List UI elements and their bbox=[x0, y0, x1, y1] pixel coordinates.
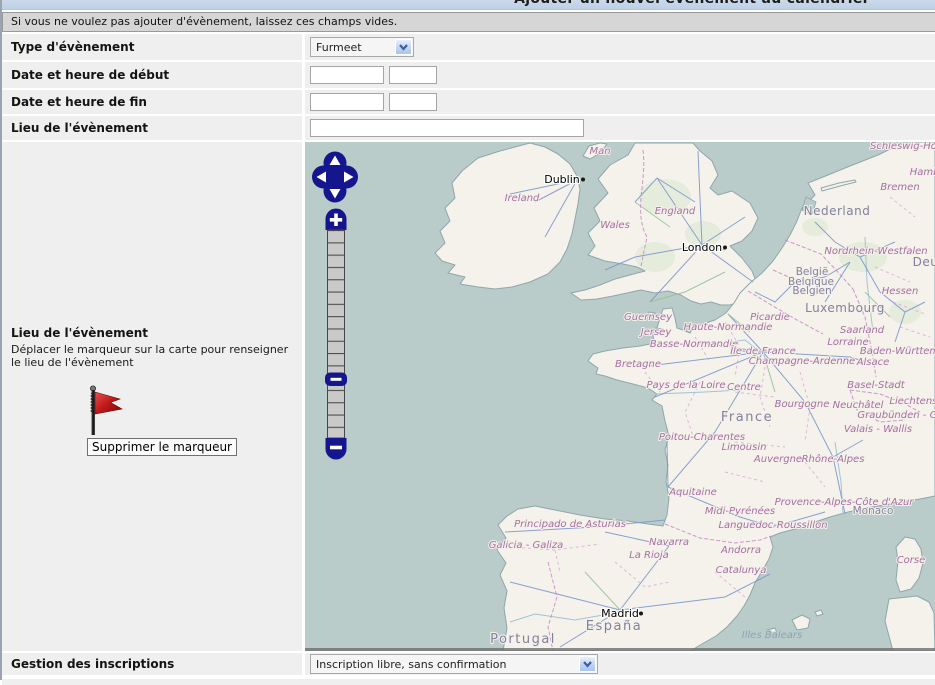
map-label: Bremen bbox=[880, 182, 919, 193]
row-event-type: Type d'évènement Furmeet bbox=[2, 34, 935, 60]
map-label: España bbox=[586, 619, 642, 634]
map-label: Galicia - Galiza bbox=[489, 540, 564, 551]
map-label: Andorra bbox=[720, 545, 761, 556]
city-dot bbox=[723, 246, 727, 250]
map-label: Hessen bbox=[882, 286, 919, 297]
map-label: Centre bbox=[727, 382, 761, 393]
map-label: Aquitaine bbox=[668, 487, 717, 498]
event-type-label: Type d'évènement bbox=[2, 34, 302, 60]
notice-bar: Si vous ne voulez pas ajouter d'évènemen… bbox=[2, 12, 935, 32]
start-time-input[interactable] bbox=[389, 66, 437, 84]
row-end-datetime: Date et heure de fin bbox=[2, 90, 935, 114]
registration-label: Gestion des inscriptions bbox=[2, 653, 302, 675]
map-label: Rhône-Alpes bbox=[802, 453, 865, 465]
map-section-help: Déplacer le marqueur sur la carte pour r… bbox=[11, 343, 299, 369]
map-label: Pays de la Loire bbox=[647, 380, 726, 391]
map-label: Principado de Asturias bbox=[514, 519, 626, 530]
map[interactable]: Man Dublin Ireland Wales England London Schles… bbox=[305, 142, 935, 651]
map-label: Nederland bbox=[804, 204, 871, 218]
map-label: Bourgogne bbox=[775, 399, 830, 410]
row-map: Lieu de l'évènement Déplacer le marqueur… bbox=[2, 142, 935, 651]
map-label: Schleswig-Holstein bbox=[870, 142, 935, 152]
page-title: Ajouter un nouvel évènement au calendrie… bbox=[450, 0, 934, 7]
dropdown-arrow-icon[interactable] bbox=[579, 656, 596, 672]
city-dot bbox=[639, 612, 643, 616]
map-label: Baden-Württemberg bbox=[860, 346, 935, 357]
map-label: Alsace bbox=[856, 357, 890, 368]
map-label: Belgien bbox=[792, 285, 831, 297]
row-location: Lieu de l'évènement bbox=[2, 116, 935, 140]
map-label: La Rioja bbox=[629, 550, 669, 561]
map-label: Portugal bbox=[490, 632, 556, 647]
map-label: Luxembourg bbox=[805, 301, 885, 315]
marker-flag-icon[interactable] bbox=[82, 385, 128, 437]
map-label: Haute-Normandie bbox=[684, 322, 773, 333]
row-registration: Gestion des inscriptions Inscription lib… bbox=[2, 653, 935, 675]
end-time-input[interactable] bbox=[389, 93, 437, 111]
map-label: Deutschland bbox=[913, 255, 935, 269]
map-label: London bbox=[682, 241, 722, 254]
registration-select[interactable]: Inscription libre, sans confirmation bbox=[310, 654, 598, 674]
map-label: Corse bbox=[897, 555, 926, 566]
map-bottom-edge bbox=[305, 648, 935, 651]
map-label: Liechtenstein bbox=[889, 396, 935, 407]
row-start-datetime: Date et heure de début bbox=[2, 62, 935, 88]
map-label: Basel-Stadt bbox=[847, 380, 905, 391]
map-label: Auvergne bbox=[753, 454, 802, 465]
map-label: Saarland bbox=[840, 325, 885, 336]
map-label: Basse-Normandie bbox=[650, 339, 738, 350]
start-date-input[interactable] bbox=[310, 66, 384, 84]
map-label: Navarra bbox=[649, 537, 689, 548]
map-label: Jersey bbox=[639, 327, 673, 338]
map-canvas: Man Dublin Ireland Wales England London Schles… bbox=[305, 142, 935, 651]
map-label: France bbox=[721, 410, 773, 425]
map-label: Illes Balears bbox=[742, 630, 802, 641]
end-date-input[interactable] bbox=[310, 93, 384, 111]
event-type-value: Furmeet bbox=[316, 41, 362, 54]
map-label: Hamburg bbox=[910, 167, 935, 178]
map-label: Champagne-Ardenne bbox=[749, 356, 855, 367]
map-label: Bretagne bbox=[615, 359, 661, 370]
map-section-label: Lieu de l'évènement bbox=[11, 326, 148, 340]
zoom-in-button[interactable] bbox=[326, 209, 347, 231]
map-label: Monaco bbox=[853, 505, 894, 517]
map-label: Man bbox=[589, 146, 610, 157]
zoom-slider-handle[interactable] bbox=[325, 373, 347, 387]
location-input[interactable] bbox=[310, 119, 584, 137]
remove-marker-button[interactable]: Supprimer le marqueur bbox=[87, 438, 237, 456]
event-form-page: Ajouter un nouvel évènement au calendrie… bbox=[0, 0, 935, 680]
city-dot bbox=[581, 178, 585, 182]
page-title-bar: Ajouter un nouvel évènement au calendrie… bbox=[2, 0, 935, 10]
zoom-out-button[interactable] bbox=[326, 438, 347, 460]
map-label: Midi-Pyrénées bbox=[705, 505, 775, 517]
location-label: Lieu de l'évènement bbox=[2, 116, 302, 140]
map-label: Dublin bbox=[544, 173, 580, 186]
map-label: Catalunya bbox=[716, 565, 767, 576]
map-label: Ireland bbox=[505, 193, 540, 204]
end-datetime-label: Date et heure de fin bbox=[2, 90, 302, 114]
map-label: Guernsey bbox=[624, 312, 673, 323]
event-type-select[interactable]: Furmeet bbox=[310, 37, 414, 57]
map-label: Languedoc-Roussillon bbox=[718, 520, 827, 531]
map-label: England bbox=[655, 206, 696, 217]
map-label: Graubünden - Grigioni bbox=[857, 410, 935, 421]
map-label: Wales bbox=[600, 220, 630, 231]
zoom-slider-track[interactable] bbox=[328, 230, 345, 438]
map-label: Valais - Wallis bbox=[844, 424, 912, 435]
start-datetime-label: Date et heure de début bbox=[2, 62, 302, 88]
registration-value: Inscription libre, sans confirmation bbox=[316, 658, 506, 671]
dropdown-arrow-icon[interactable] bbox=[395, 39, 412, 55]
map-label: Limousin bbox=[722, 442, 767, 453]
